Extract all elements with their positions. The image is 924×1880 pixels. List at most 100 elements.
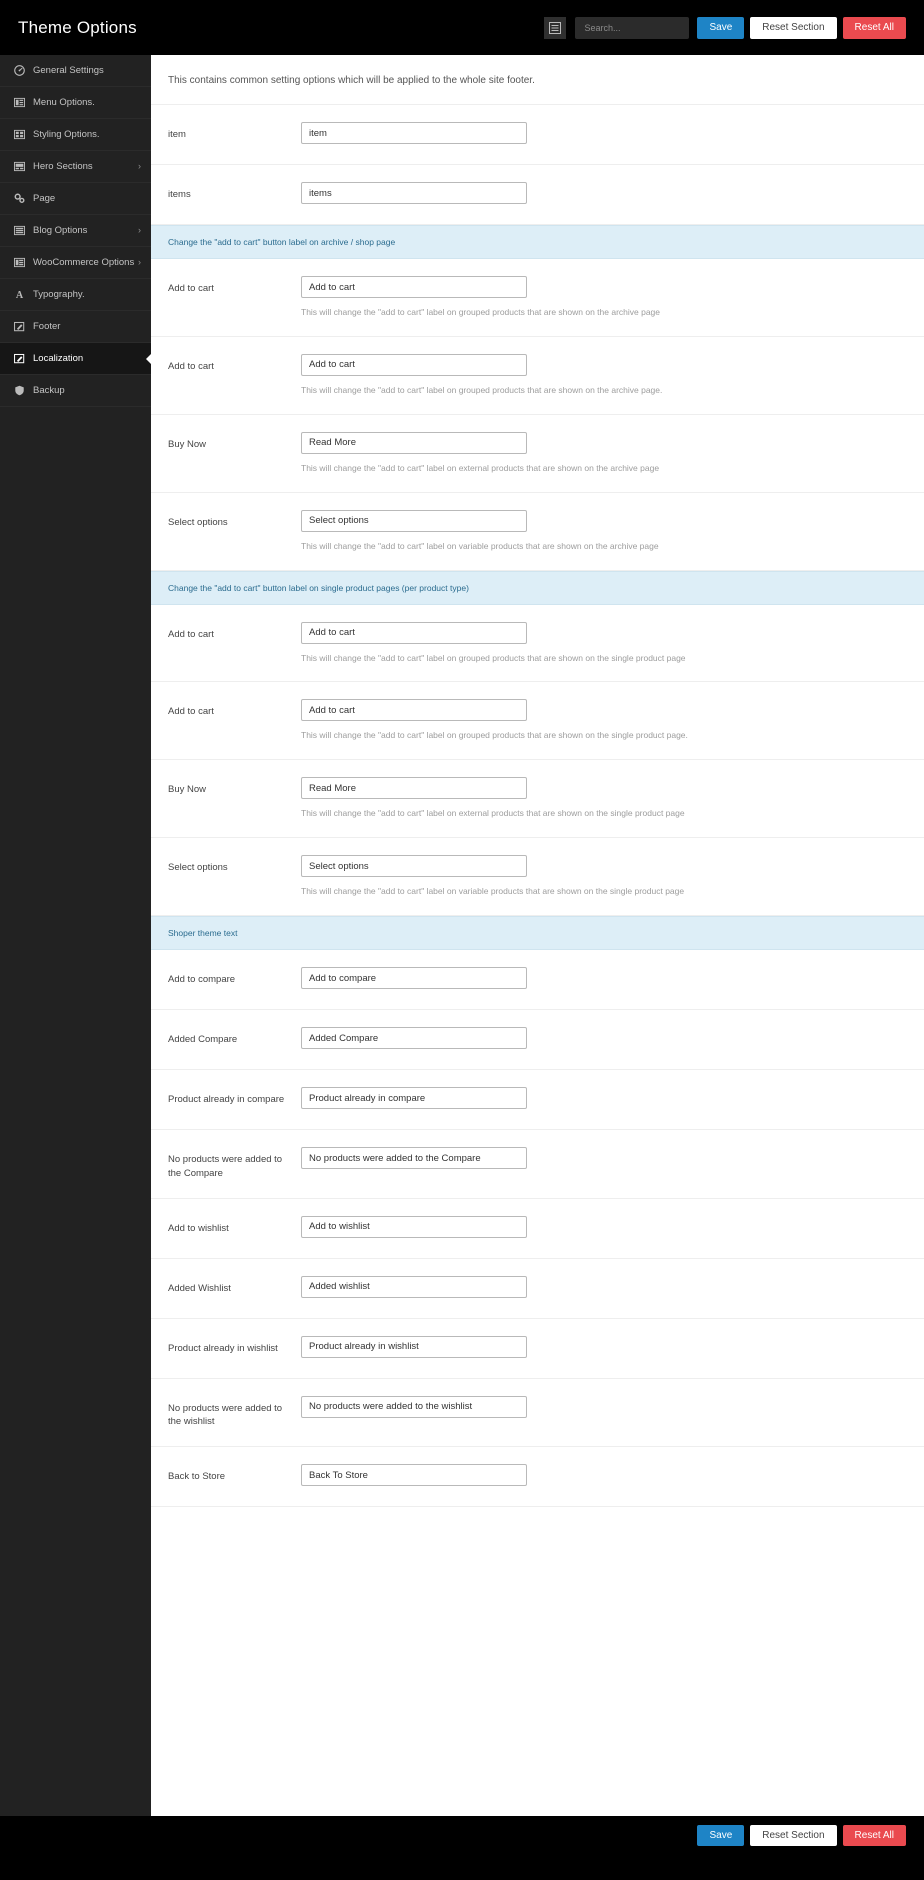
settings-field-row: Add to cart This will change the "add to …: [151, 605, 924, 683]
sidebar-item-general-settings[interactable]: General Settings: [0, 55, 151, 87]
field-control: This will change the "add to cart" label…: [301, 431, 904, 475]
settings-field-row: Add to cart This will change the "add to …: [151, 337, 924, 415]
footer-save-button[interactable]: Save: [697, 1824, 745, 1846]
text-input[interactable]: [301, 182, 527, 204]
field-control: [301, 1087, 904, 1110]
field-control: [301, 182, 904, 204]
field-label: Added Compare: [168, 1034, 238, 1046]
settings-field-row: Add to wishlist: [151, 1199, 924, 1259]
sidebar-item-styling-options[interactable]: Styling Options.: [0, 119, 151, 151]
list-icon-button[interactable]: [544, 16, 567, 39]
settings-field-row: items: [151, 165, 924, 225]
menu-grid-icon: [12, 97, 26, 108]
field-help-text: This will change the "add to cart" label…: [301, 307, 661, 317]
text-input[interactable]: [301, 1027, 527, 1050]
text-input[interactable]: [301, 1275, 527, 1298]
field-control: This will change the "add to cart" label…: [301, 855, 904, 898]
sidebar-item-label: Typography.: [33, 289, 85, 300]
font-a-icon: A: [12, 289, 26, 300]
settings-field-list: item items Change the "add to cart" button…: [151, 105, 924, 1508]
settings-field-row: No products were added to the wishlist: [151, 1379, 924, 1448]
field-control: This will change the "add to cart" label…: [301, 509, 904, 553]
sidebar-item-woocommerce-options[interactable]: WooCommerce Options ›: [0, 247, 151, 279]
field-label: Add to cart: [168, 360, 214, 372]
field-help-text: This will change the "add to cart" label…: [301, 652, 686, 663]
field-label: Select options: [168, 862, 228, 874]
settings-field-row: item: [151, 105, 924, 165]
text-input[interactable]: [301, 855, 527, 878]
text-input[interactable]: [301, 1395, 527, 1418]
field-label: Buy Now: [168, 784, 207, 796]
chevron-right-icon: ›: [138, 257, 141, 267]
main-filler: [151, 1507, 924, 1816]
slider-icon: [12, 161, 26, 172]
field-control: [301, 122, 904, 144]
text-input[interactable]: [301, 1464, 527, 1487]
field-control: This will change the "add to cart" label…: [301, 699, 904, 742]
settings-field-row: No products were added to the Compare: [151, 1130, 924, 1199]
text-input[interactable]: [301, 1087, 527, 1110]
field-label: Add to cart: [168, 628, 214, 640]
text-input[interactable]: [301, 276, 527, 298]
field-label: Select options: [168, 516, 228, 528]
field-label: Add to cart: [168, 283, 214, 294]
sidebar-item-menu-options[interactable]: Menu Options.: [0, 87, 151, 119]
field-control: [301, 1335, 904, 1358]
reset-all-button[interactable]: Reset All: [842, 16, 906, 39]
footer-action-bar: Save Reset Section Reset All: [0, 1816, 924, 1854]
field-control: This will change the "add to cart" label…: [301, 276, 904, 319]
sidebar-item-label: General Settings: [33, 65, 104, 76]
list-block-icon: [12, 225, 26, 236]
field-control: [301, 967, 904, 990]
settings-field-row: Add to compare: [151, 950, 924, 1011]
field-label: Add to wishlist: [168, 1222, 229, 1234]
sidebar-item-blog-options[interactable]: Blog Options ›: [0, 215, 151, 247]
field-control: [301, 1275, 904, 1298]
top-bar: Theme Options Save Reset Section Reset A…: [0, 0, 924, 55]
svg-text:A: A: [15, 290, 23, 300]
text-input[interactable]: [301, 431, 527, 454]
field-help-text: This will change the "add to cart" label…: [301, 886, 685, 897]
footer-reset-section-button[interactable]: Reset Section: [750, 1824, 837, 1846]
save-button[interactable]: Save: [697, 16, 745, 39]
field-label: items: [168, 189, 191, 200]
field-label: No products were added to the Compare: [168, 1154, 283, 1179]
text-input[interactable]: [301, 1215, 527, 1238]
text-input[interactable]: [301, 967, 527, 990]
settings-field-row: Added Wishlist: [151, 1259, 924, 1319]
chevron-right-icon: ›: [138, 225, 141, 235]
field-label: Add to cart: [168, 706, 214, 718]
sidebar-item-footer[interactable]: Footer: [0, 311, 151, 343]
section-header: Change the "add to cart" button label on…: [151, 225, 924, 259]
field-help-text: This will change the "add to cart" label…: [301, 730, 688, 741]
text-input[interactable]: [301, 509, 527, 532]
sidebar-item-hero-sections[interactable]: Hero Sections ›: [0, 151, 151, 183]
text-input[interactable]: [301, 699, 527, 722]
settings-field-row: Product already in compare: [151, 1070, 924, 1131]
sidebar-item-backup[interactable]: Backup: [0, 375, 151, 407]
text-input[interactable]: [301, 1335, 527, 1358]
search-input[interactable]: [575, 16, 690, 39]
text-input[interactable]: [301, 1147, 527, 1170]
footer-reset-all-button[interactable]: Reset All: [842, 1824, 906, 1846]
section-header: Change the "add to cart" button label on…: [151, 570, 924, 605]
text-input[interactable]: [301, 621, 527, 644]
chevron-right-icon: ›: [138, 161, 141, 171]
sidebar-item-label: Styling Options.: [33, 129, 100, 140]
field-control: This will change the "add to cart" label…: [301, 777, 904, 820]
field-label: No products were added to the wishlist: [168, 1402, 283, 1428]
sidebar-item-page[interactable]: Page: [0, 183, 151, 215]
reset-section-button[interactable]: Reset Section: [750, 16, 837, 39]
sidebar-item-localization[interactable]: Localization: [0, 343, 151, 375]
text-input[interactable]: [301, 353, 527, 376]
dashboard-icon: [12, 65, 26, 76]
settings-field-row: Buy Now This will change the "add to cart…: [151, 760, 924, 839]
sidebar-item-label: Hero Sections: [33, 161, 93, 172]
sidebar-item-typography[interactable]: A Typography.: [0, 279, 151, 311]
field-control: [301, 1147, 904, 1170]
text-input[interactable]: [301, 777, 527, 800]
section-intro-text: This contains common setting options whi…: [151, 55, 924, 105]
cart-block-icon: [12, 257, 26, 268]
text-input[interactable]: [301, 122, 527, 144]
main-panel: This contains common setting options whi…: [151, 55, 924, 1816]
